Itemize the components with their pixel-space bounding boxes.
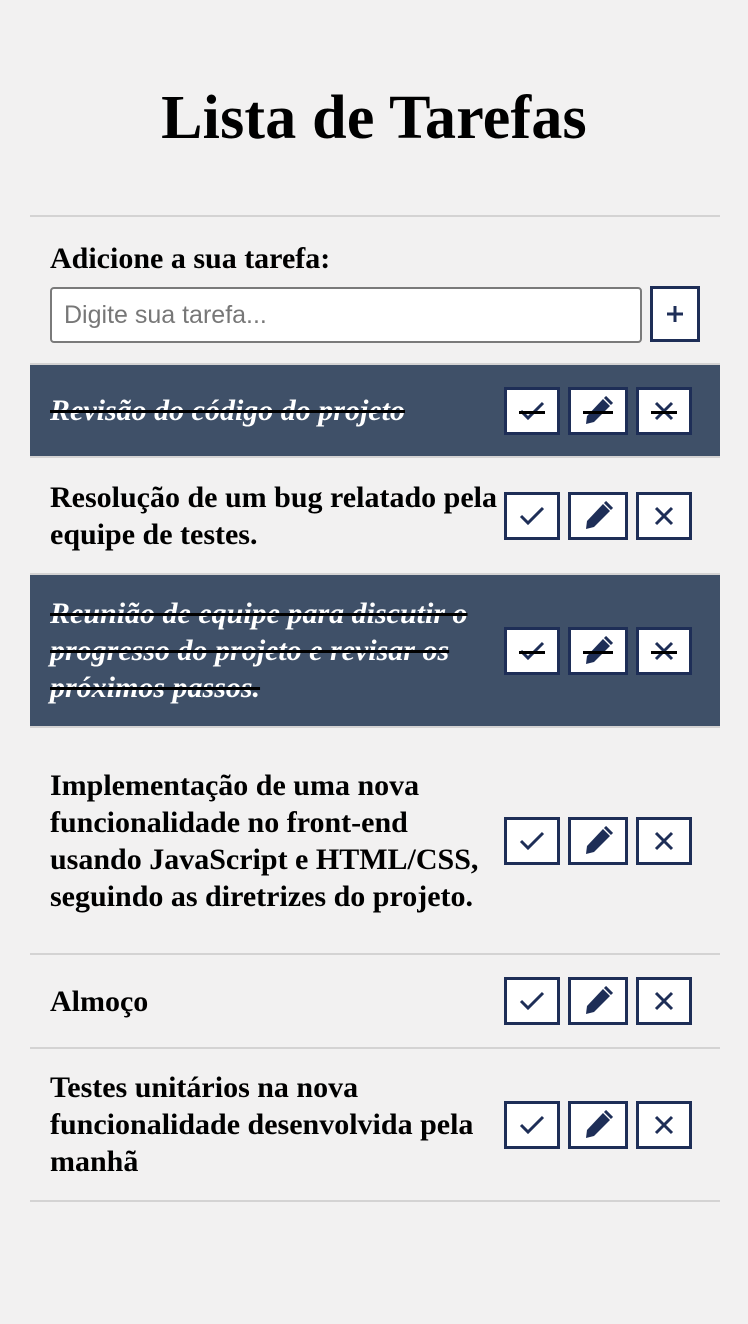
plus-icon [667, 306, 683, 322]
finish-task-button[interactable] [504, 386, 560, 435]
task-text: Almoço [50, 984, 149, 1018]
edit-task-button[interactable] [568, 816, 628, 865]
task-text: Reunião de equipe para discutir o progre… [50, 597, 468, 704]
x-icon [654, 401, 674, 420]
remove-task-button[interactable] [636, 386, 692, 435]
finish-task-button[interactable] [504, 626, 560, 675]
task-item: Almoço [30, 955, 720, 1049]
add-task-form: Adicione a sua tarefa: [30, 217, 720, 365]
x-icon [654, 1115, 674, 1134]
pencil-icon [586, 635, 613, 664]
task-item: Resolução de um bug relatado pela equipe… [30, 458, 720, 575]
todo-container: Adicione a sua tarefa: Revisão do código… [30, 215, 720, 1202]
edit-task-button[interactable] [568, 626, 628, 675]
x-icon [654, 831, 674, 850]
add-task-button[interactable] [650, 286, 700, 342]
task-actions [504, 816, 692, 865]
task-item: Implementação de uma nova funcionalidade… [30, 728, 720, 955]
task-text: Revisão do código do projeto [50, 394, 405, 427]
task-text: Testes unitários na nova funcionalidade … [50, 1071, 474, 1178]
x-icon [654, 641, 674, 660]
remove-task-button[interactable] [636, 1100, 692, 1149]
remove-task-button[interactable] [636, 816, 692, 865]
task-actions [504, 386, 692, 435]
task-actions [504, 1100, 692, 1149]
pencil-icon [586, 986, 613, 1014]
x-icon [654, 991, 674, 1011]
check-icon [519, 991, 545, 1011]
task-actions [504, 626, 692, 675]
finish-task-button[interactable] [504, 977, 560, 1025]
pencil-icon [586, 500, 613, 529]
task-actions [504, 491, 692, 540]
page-title: Lista de Tarefas [161, 84, 587, 152]
finish-task-button[interactable] [504, 1100, 560, 1149]
check-icon [519, 401, 545, 420]
edit-task-button[interactable] [568, 977, 628, 1025]
check-icon [519, 506, 545, 525]
page: Lista de Tarefas Adicione a sua tarefa: … [0, 0, 748, 1324]
pencil-icon [586, 825, 613, 854]
task-input[interactable] [50, 287, 642, 343]
check-icon [519, 1115, 545, 1134]
remove-task-button[interactable] [636, 626, 692, 675]
remove-task-button[interactable] [636, 977, 692, 1025]
edit-task-button[interactable] [568, 386, 628, 435]
task-item: Reunião de equipe para discutir o progre… [30, 575, 720, 728]
pencil-icon [586, 395, 613, 424]
check-icon [519, 831, 545, 850]
task-actions [504, 977, 692, 1025]
task-item: Testes unitários na nova funcionalidade … [30, 1049, 720, 1202]
x-icon [654, 506, 674, 525]
remove-task-button[interactable] [636, 491, 692, 540]
task-item: Revisão do código do projeto [30, 365, 720, 458]
task-text: Resolução de um bug relatado pela equipe… [50, 480, 497, 551]
pencil-icon [586, 1109, 613, 1138]
task-text: Implementação de uma nova funcionalidade… [50, 768, 479, 913]
finish-task-button[interactable] [504, 491, 560, 540]
edit-task-button[interactable] [568, 1100, 628, 1149]
check-icon [519, 641, 545, 660]
add-task-label: Adicione a sua tarefa: [50, 242, 331, 275]
edit-task-button[interactable] [568, 491, 628, 540]
finish-task-button[interactable] [504, 816, 560, 865]
